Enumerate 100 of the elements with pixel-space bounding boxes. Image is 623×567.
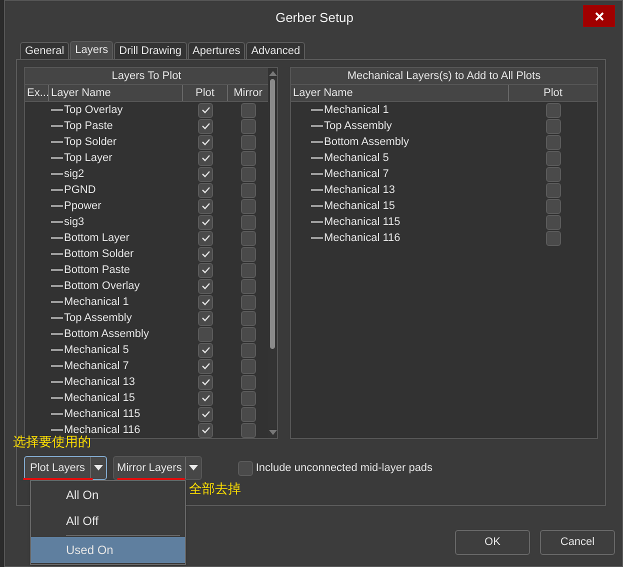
layer-name: sig3 <box>64 214 84 230</box>
checkbox[interactable] <box>240 262 256 278</box>
column-header[interactable]: Layer Name <box>49 85 183 101</box>
column-header[interactable]: Plot <box>183 85 228 101</box>
layer-name: Bottom Assembly <box>64 326 149 342</box>
checkbox[interactable] <box>240 214 256 230</box>
checkbox[interactable] <box>198 310 213 326</box>
tree-line <box>311 189 323 191</box>
layer-name: Bottom Layer <box>64 230 130 246</box>
checkbox[interactable] <box>198 214 213 230</box>
checkbox[interactable] <box>240 102 256 118</box>
checkbox[interactable] <box>198 102 213 118</box>
menu-item[interactable]: All On <box>31 482 185 508</box>
checkbox[interactable] <box>198 326 213 342</box>
layer-name: Top Paste <box>64 118 113 134</box>
mirror-layers-button[interactable]: Mirror Layers <box>113 456 202 480</box>
checkbox[interactable] <box>240 374 256 390</box>
checkbox[interactable] <box>240 278 256 294</box>
column-header[interactable]: Plot <box>509 85 597 101</box>
tab[interactable]: Apertures <box>188 42 246 59</box>
menu-item[interactable]: All Off <box>31 508 185 534</box>
checkbox[interactable] <box>240 422 256 438</box>
layer-name: Mechanical 1 <box>324 102 389 118</box>
tree-line <box>51 381 63 383</box>
checkbox[interactable] <box>198 406 213 422</box>
checkbox[interactable] <box>240 294 256 310</box>
checkbox[interactable] <box>238 460 253 476</box>
checkbox[interactable] <box>240 182 256 198</box>
tree-line <box>51 397 63 399</box>
checkbox[interactable] <box>546 214 560 230</box>
checkbox[interactable] <box>198 230 213 246</box>
checkbox[interactable] <box>198 246 213 262</box>
tab[interactable]: General <box>20 42 70 59</box>
checkbox[interactable] <box>240 342 256 358</box>
checkbox[interactable] <box>546 102 560 118</box>
checkbox[interactable] <box>240 326 256 342</box>
checkbox[interactable] <box>198 294 213 310</box>
column-header[interactable]: Layer Name <box>291 85 509 101</box>
checkbox[interactable] <box>198 134 213 150</box>
checkbox[interactable] <box>240 230 256 246</box>
checkbox[interactable] <box>546 230 560 246</box>
tree-line <box>51 429 63 431</box>
column-header[interactable]: Mirror <box>228 85 268 101</box>
checkbox[interactable] <box>198 342 213 358</box>
scrollbar[interactable] <box>268 68 277 438</box>
checkbox[interactable] <box>198 358 213 374</box>
checkbox[interactable] <box>240 406 256 422</box>
checkbox[interactable] <box>198 390 213 406</box>
tab[interactable]: Drill Drawing <box>114 42 187 59</box>
tree-line <box>51 269 63 271</box>
checkbox[interactable] <box>198 374 213 390</box>
checkbox[interactable] <box>198 198 213 214</box>
checkbox[interactable] <box>240 150 256 166</box>
tree-line <box>51 109 63 111</box>
checkbox[interactable] <box>198 182 213 198</box>
tree-line <box>51 285 63 287</box>
tree-line <box>51 365 63 367</box>
checkbox[interactable] <box>240 134 256 150</box>
dialog-button[interactable]: Cancel <box>540 530 615 555</box>
checkbox[interactable] <box>546 166 560 182</box>
tab[interactable]: Layers <box>70 41 114 59</box>
checkbox[interactable] <box>198 166 213 182</box>
layer-name: Bottom Solder <box>64 246 134 262</box>
checkbox[interactable] <box>240 246 256 262</box>
checkbox[interactable] <box>198 422 213 438</box>
close-button[interactable] <box>583 5 615 27</box>
checkbox[interactable] <box>240 358 256 374</box>
checkbox-label[interactable]: Include unconnected mid-layer pads <box>256 460 433 476</box>
column-header[interactable]: Ex... <box>25 85 49 101</box>
checkbox[interactable] <box>546 150 560 166</box>
window-title: Gerber Setup <box>275 9 354 28</box>
checkbox[interactable] <box>198 150 213 166</box>
checkbox[interactable] <box>546 198 560 214</box>
checkbox[interactable] <box>240 310 256 326</box>
dialog-button[interactable]: OK <box>455 530 530 555</box>
checkbox[interactable] <box>240 390 256 406</box>
close-icon <box>594 12 604 20</box>
scroll-thumb[interactable] <box>270 79 275 349</box>
checkbox[interactable] <box>240 118 256 134</box>
plot-layers-button[interactable]: Plot Layers <box>24 456 108 480</box>
layer-name: Mechanical 116 <box>64 422 140 436</box>
layer-name: Top Layer <box>64 150 112 166</box>
tree-line <box>51 173 63 175</box>
tab[interactable]: Advanced <box>246 42 306 59</box>
tree-line <box>311 125 323 127</box>
tree-line <box>51 317 63 319</box>
layer-name: Mechanical 7 <box>324 166 389 182</box>
tree-line <box>51 189 63 191</box>
layer-name: Top Solder <box>64 134 117 150</box>
checkbox[interactable] <box>546 182 560 198</box>
checkbox[interactable] <box>198 262 213 278</box>
checkbox[interactable] <box>240 166 256 182</box>
checkbox[interactable] <box>198 118 213 134</box>
checkbox[interactable] <box>546 118 560 134</box>
scroll-up-icon[interactable] <box>268 71 276 76</box>
layer-name: Top Overlay <box>64 102 123 118</box>
checkbox[interactable] <box>198 278 213 294</box>
scroll-down-icon[interactable] <box>268 430 276 435</box>
checkbox[interactable] <box>546 134 560 150</box>
checkbox[interactable] <box>240 198 256 214</box>
